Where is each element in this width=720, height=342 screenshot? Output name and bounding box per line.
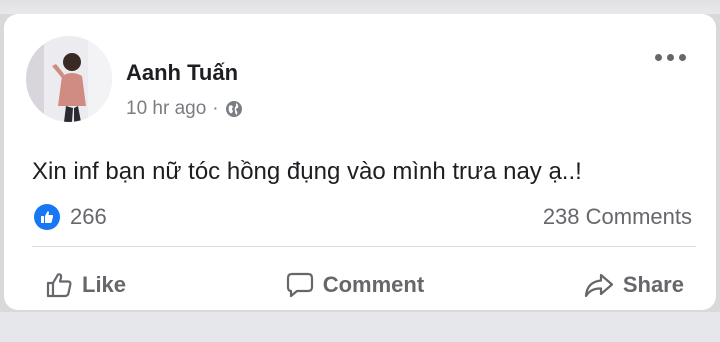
comment-label: Comment — [322, 272, 425, 297]
avatar[interactable] — [26, 36, 112, 122]
like-label: Like — [82, 272, 127, 297]
like-button[interactable]: Like — [32, 263, 138, 307]
comment-count[interactable]: 238 Comments — [543, 204, 692, 230]
reaction-count: 266 — [70, 204, 107, 229]
more-dot — [667, 54, 674, 61]
thumbs-up-icon — [46, 273, 72, 298]
post-meta: 10 hr ago · — [126, 98, 243, 120]
meta-separator: · — [212, 98, 219, 119]
post-time[interactable]: 10 hr ago — [126, 98, 206, 120]
avatar-photo — [26, 36, 112, 122]
bottom-strip — [0, 312, 720, 342]
like-reaction-icon — [34, 204, 60, 230]
author-name[interactable]: Aanh Tuấn — [126, 60, 238, 86]
divider — [32, 246, 696, 247]
more-dot — [655, 54, 662, 61]
more-options-icon[interactable] — [655, 54, 686, 61]
post-text: Xin inf bạn nữ tóc hồng đụng vào mình tr… — [32, 158, 582, 185]
comment-bubble-icon — [286, 272, 313, 298]
top-strip — [0, 0, 720, 14]
reaction-summary[interactable]: 266 — [34, 204, 107, 230]
share-button[interactable]: Share — [571, 263, 696, 307]
more-dot — [679, 54, 686, 61]
share-arrow-icon — [584, 273, 613, 298]
comment-button[interactable]: Comment — [273, 263, 436, 307]
post-card: Aanh Tuấn 10 hr ago · Xin inf bạn nữ tóc… — [4, 14, 716, 310]
action-bar: Like Comment Share — [32, 262, 696, 308]
globe-icon[interactable] — [225, 100, 243, 118]
share-label: Share — [622, 272, 684, 297]
